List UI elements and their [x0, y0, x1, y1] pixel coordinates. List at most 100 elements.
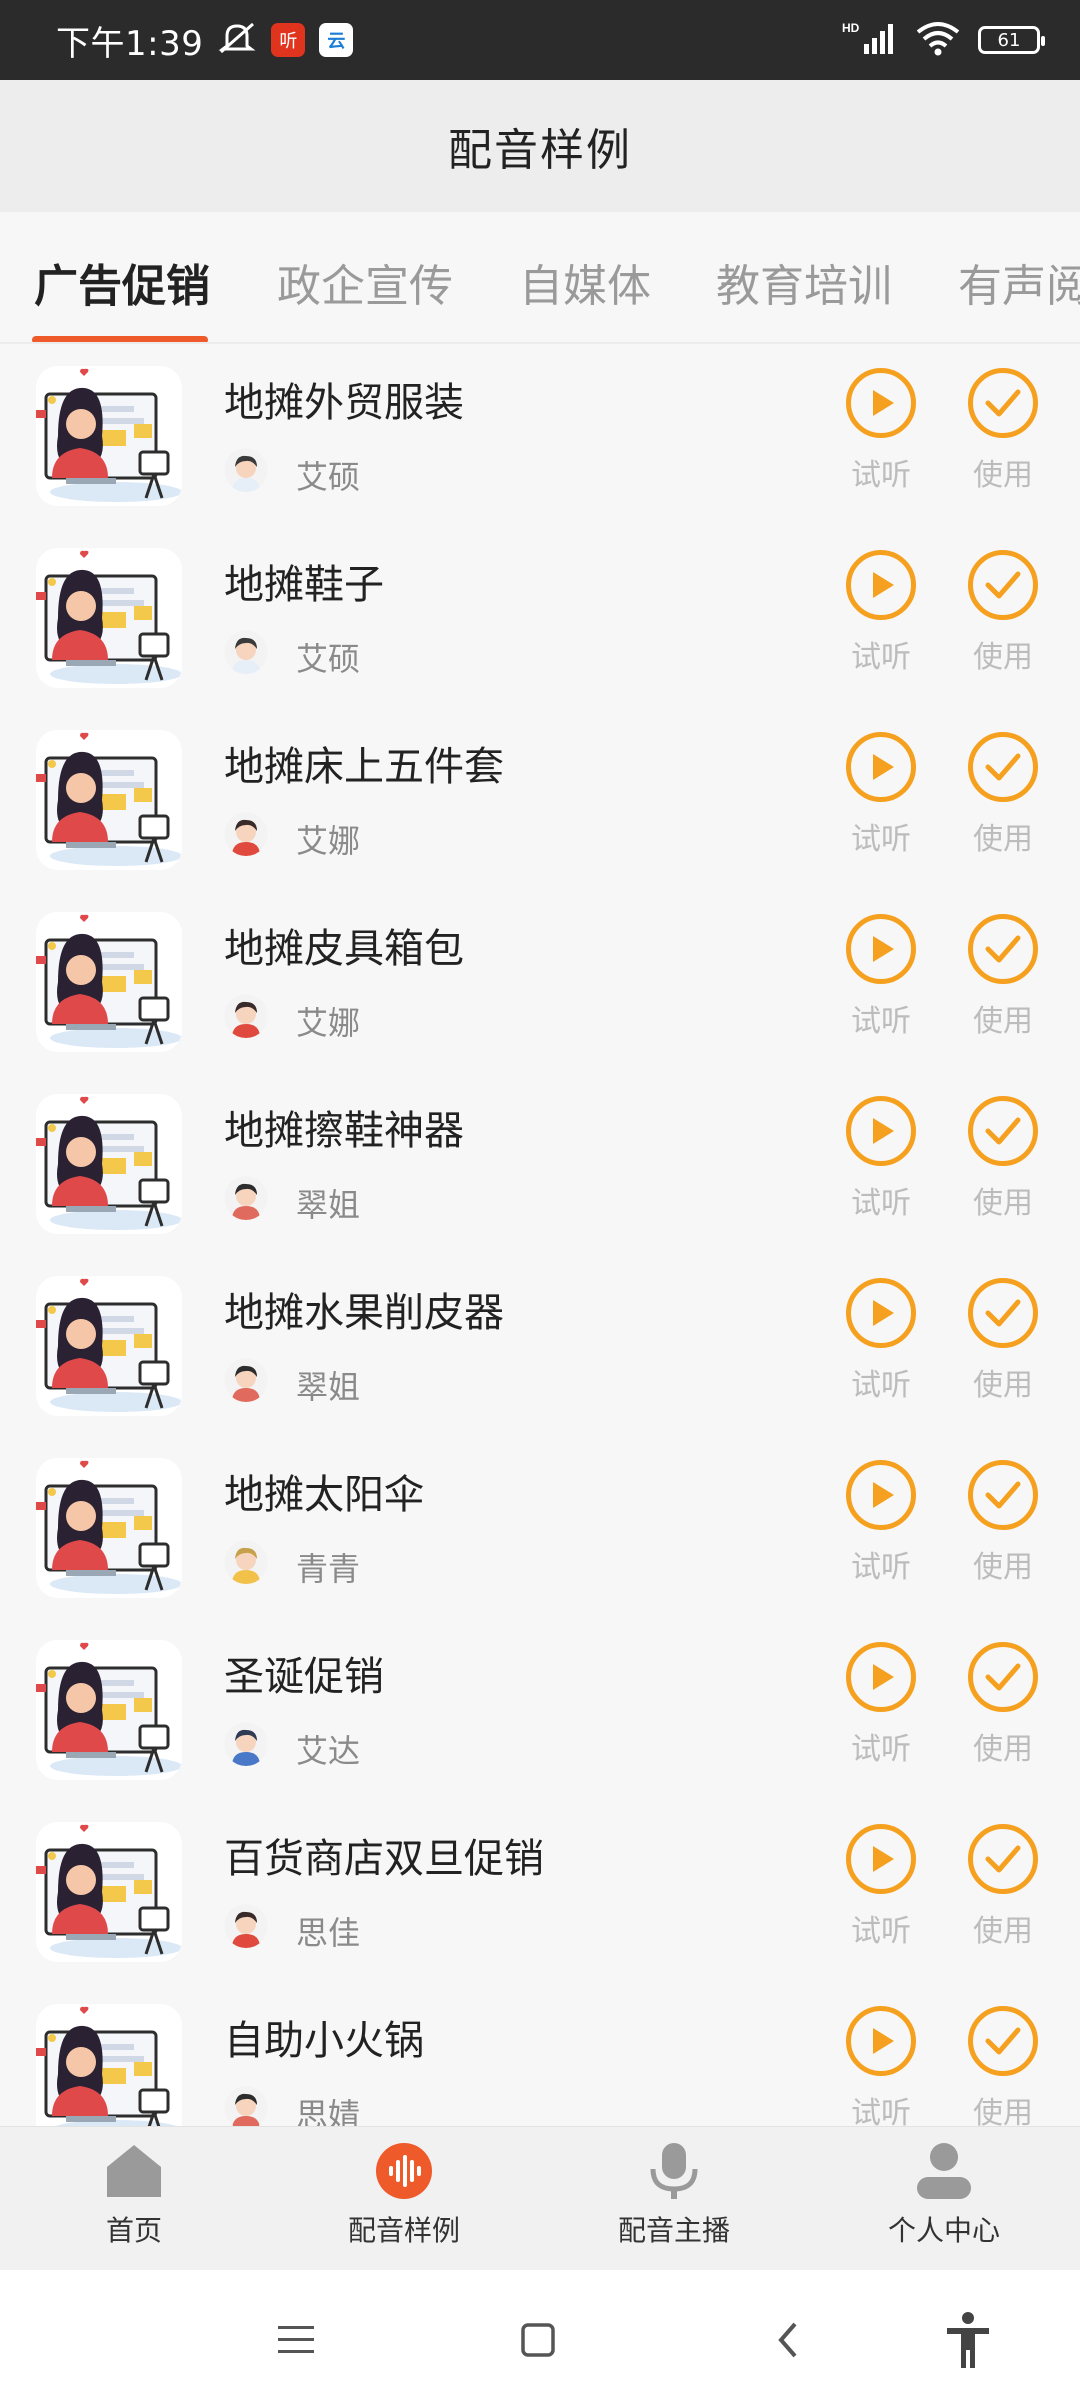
- person-icon: [914, 2141, 974, 2201]
- home-button-icon[interactable]: [508, 2310, 568, 2370]
- preview-button[interactable]: 试听: [836, 1096, 926, 1222]
- check-icon: [968, 550, 1038, 620]
- nav-label: 配音样例: [347, 2214, 460, 2247]
- nav-anchors[interactable]: 配音主播: [564, 2141, 784, 2249]
- play-icon: [846, 368, 916, 438]
- tab-ad-promotion[interactable]: 广告促销: [34, 250, 210, 314]
- speaker-avatar: [224, 1358, 268, 1402]
- preview-button[interactable]: 试听: [836, 732, 926, 858]
- list-item[interactable]: 地摊床上五件套 艾娜 试听 使用: [0, 708, 1080, 890]
- preview-label: 试听: [851, 822, 911, 857]
- check-icon: [968, 1824, 1038, 1894]
- signal-icon: HD: [842, 20, 898, 60]
- use-button[interactable]: 使用: [958, 732, 1048, 858]
- list-item[interactable]: 自助小火锅 思婧 试听 使用: [0, 1982, 1080, 2126]
- list-item[interactable]: 地摊水果削皮器 翠姐 试听 使用: [0, 1254, 1080, 1436]
- check-icon: [968, 368, 1038, 438]
- tab-government-promo[interactable]: 政企宣传: [277, 250, 453, 314]
- use-label: 使用: [973, 458, 1033, 493]
- presenter-thumbnail: [36, 1822, 182, 1962]
- preview-button[interactable]: 试听: [836, 1824, 926, 1950]
- speaker-avatar: [224, 1904, 268, 1948]
- nav-home[interactable]: 首页: [24, 2141, 244, 2249]
- speaker-name: 思佳: [296, 1914, 361, 1952]
- sample-title: 地摊床上五件套: [224, 744, 504, 790]
- presenter-thumbnail: [36, 1276, 182, 1416]
- accessibility-icon[interactable]: [938, 2310, 998, 2370]
- presenter-thumbnail: [36, 548, 182, 688]
- presenter-thumbnail: [36, 366, 182, 506]
- use-button[interactable]: 使用: [958, 1278, 1048, 1404]
- bottom-nav: 首页 配音样例 配音主播 个人中心: [0, 2126, 1080, 2270]
- speaker-avatar: [224, 630, 268, 674]
- speaker-name: 思婧: [296, 2096, 361, 2126]
- tab-self-media[interactable]: 自媒体: [519, 250, 651, 314]
- speaker-avatar: [224, 2086, 268, 2126]
- list-item[interactable]: 地摊鞋子 艾硕 试听 使用: [0, 526, 1080, 708]
- listen-app-icon: 听: [271, 23, 306, 57]
- presenter-thumbnail: [36, 912, 182, 1052]
- sample-title: 地摊水果削皮器: [224, 1290, 504, 1336]
- title-bar: 配音样例: [0, 80, 1080, 212]
- play-icon: [846, 1096, 916, 1166]
- presenter-thumbnail: [36, 2004, 182, 2126]
- preview-button[interactable]: 试听: [836, 1642, 926, 1768]
- speaker-avatar: [224, 812, 268, 856]
- use-button[interactable]: 使用: [958, 550, 1048, 676]
- list-item[interactable]: 百货商店双旦促销 思佳 试听 使用: [0, 1800, 1080, 1982]
- list-item[interactable]: 地摊皮具箱包 艾娜 试听 使用: [0, 890, 1080, 1072]
- preview-button[interactable]: 试听: [836, 2006, 926, 2126]
- use-button[interactable]: 使用: [958, 914, 1048, 1040]
- battery-indicator: 61: [978, 26, 1045, 54]
- use-label: 使用: [973, 1732, 1033, 1767]
- cloud-app-icon: 云: [319, 23, 354, 57]
- microphone-icon: [644, 2141, 704, 2201]
- check-icon: [968, 1642, 1038, 1712]
- use-label: 使用: [973, 1186, 1033, 1221]
- wifi-icon: [914, 20, 962, 60]
- presenter-thumbnail: [36, 1094, 182, 1234]
- use-button[interactable]: 使用: [958, 2006, 1048, 2126]
- use-label: 使用: [973, 1914, 1033, 1949]
- use-button[interactable]: 使用: [958, 1824, 1048, 1950]
- sample-title: 地摊擦鞋神器: [224, 1108, 464, 1154]
- list-item[interactable]: 圣诞促销 艾达 试听 使用: [0, 1618, 1080, 1800]
- use-button[interactable]: 使用: [958, 1460, 1048, 1586]
- use-label: 使用: [973, 822, 1033, 857]
- use-button[interactable]: 使用: [958, 1642, 1048, 1768]
- preview-label: 试听: [851, 640, 911, 675]
- use-label: 使用: [973, 1368, 1033, 1403]
- list-item[interactable]: 地摊擦鞋神器 翠姐 试听 使用: [0, 1072, 1080, 1254]
- preview-button[interactable]: 试听: [836, 914, 926, 1040]
- tab-education[interactable]: 教育培训: [716, 250, 892, 314]
- page-title: 配音样例: [448, 125, 632, 176]
- use-button[interactable]: 使用: [958, 368, 1048, 494]
- use-button[interactable]: 使用: [958, 1096, 1048, 1222]
- nav-profile[interactable]: 个人中心: [834, 2141, 1054, 2249]
- system-nav-bar: [0, 2270, 1080, 2400]
- preview-button[interactable]: 试听: [836, 368, 926, 494]
- speaker-name: 艾硕: [296, 458, 361, 496]
- speaker-name: 艾硕: [296, 640, 361, 678]
- category-tabs: 广告促销 政企宣传 自媒体 教育培训 有声阅: [0, 212, 1080, 344]
- preview-button[interactable]: 试听: [836, 1460, 926, 1586]
- speaker-name: 艾达: [296, 1732, 361, 1770]
- use-label: 使用: [973, 2096, 1033, 2126]
- speaker-avatar: [224, 1176, 268, 1220]
- use-label: 使用: [973, 1550, 1033, 1585]
- preview-button[interactable]: 试听: [836, 1278, 926, 1404]
- speaker-name: 翠姐: [296, 1186, 361, 1224]
- menu-icon[interactable]: [266, 2310, 326, 2370]
- sound-wave-icon: [374, 2141, 434, 2201]
- speaker-avatar: [224, 448, 268, 492]
- tab-audiobook[interactable]: 有声阅: [958, 250, 1080, 314]
- play-icon: [846, 732, 916, 802]
- sample-title: 地摊皮具箱包: [224, 926, 464, 972]
- nav-samples[interactable]: 配音样例: [294, 2141, 514, 2249]
- preview-button[interactable]: 试听: [836, 550, 926, 676]
- nav-label: 配音主播: [617, 2214, 730, 2247]
- list-item[interactable]: 地摊外贸服装 艾硕 试听 使用: [0, 344, 1080, 526]
- preview-label: 试听: [851, 2096, 911, 2126]
- back-icon[interactable]: [758, 2310, 818, 2370]
- list-item[interactable]: 地摊太阳伞 青青 试听 使用: [0, 1436, 1080, 1618]
